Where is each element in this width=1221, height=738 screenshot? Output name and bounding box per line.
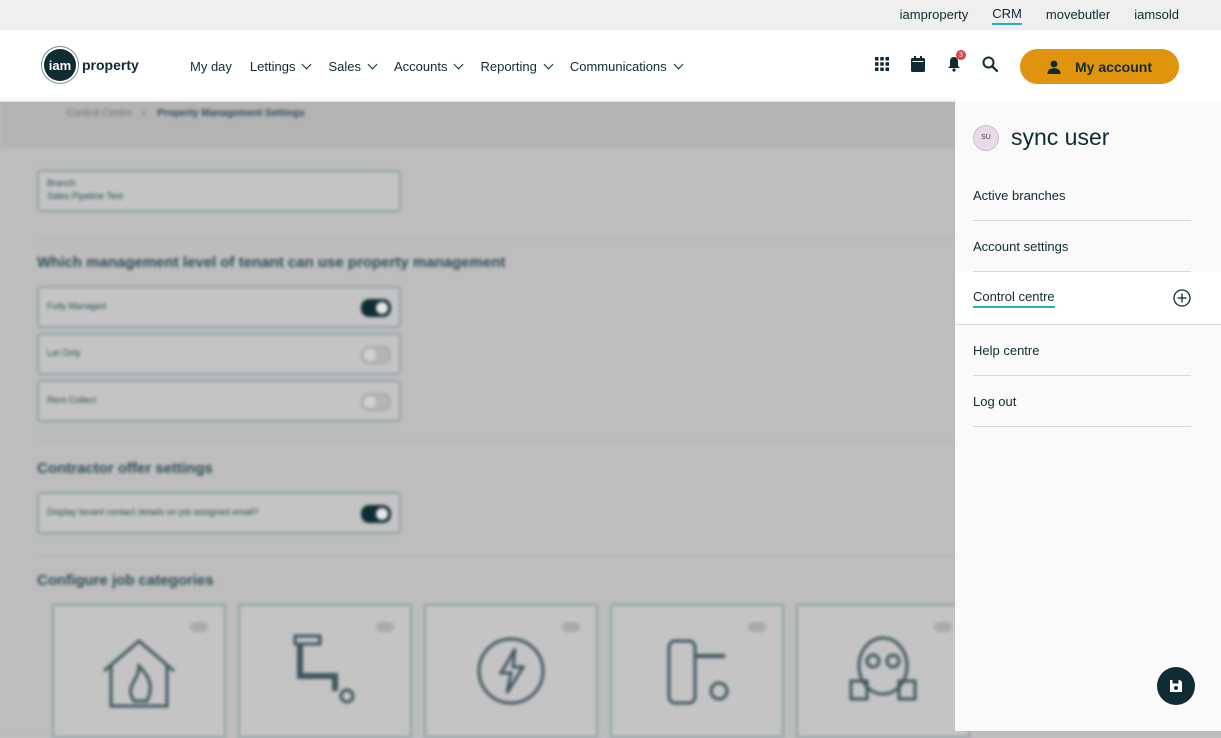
background-settings-page: Control Centre › Property Management Setti… <box>0 102 970 738</box>
chevron-down-icon <box>454 59 464 69</box>
job-category-card <box>52 604 226 738</box>
job-category-card <box>610 604 784 738</box>
notification-bell-icon[interactable]: 3 <box>940 50 968 78</box>
avatar: SU <box>973 124 999 151</box>
job-categories-title: Configure job categories <box>37 572 214 589</box>
nav-lettings[interactable]: Lettings <box>250 59 312 74</box>
top-brand-bar: iamproperty CRM movebutler iamsold <box>0 0 1221 30</box>
chevron-down-icon <box>543 59 554 69</box>
electric-icon <box>477 637 545 705</box>
menu-item-active-branches[interactable]: Active branches <box>973 170 1191 221</box>
breadcrumb-control-centre: Control Centre <box>67 108 133 119</box>
toggle-switch <box>361 505 391 523</box>
nav-my-day[interactable]: My day <box>190 59 232 74</box>
contractor-settings-title: Contractor offer settings <box>37 460 213 477</box>
nav-reporting[interactable]: Reporting <box>480 59 554 74</box>
menu-item-account-settings[interactable]: Account settings <box>973 221 1191 272</box>
calendar-icon[interactable] <box>904 50 932 78</box>
breadcrumb-current: Property Management Settings <box>157 108 305 119</box>
branch-select: Branch Sales Pipeline Test <box>37 170 401 212</box>
brand-link-iamproperty[interactable]: iamproperty <box>900 7 969 24</box>
brand-link-crm[interactable]: CRM <box>992 6 1022 25</box>
search-icon[interactable] <box>976 50 1004 78</box>
door-lock-icon <box>667 639 729 705</box>
brand-link-iamsold[interactable]: iamsold <box>1134 7 1179 24</box>
toggle-switch <box>361 346 391 364</box>
job-category-card <box>238 604 412 738</box>
main-header: iam property My day Lettings Sales Accou… <box>0 30 1221 102</box>
chevron-down-icon <box>673 59 684 69</box>
branch-label: Branch <box>47 178 76 188</box>
nav-accounts[interactable]: Accounts <box>394 59 464 74</box>
apps-grid-icon[interactable] <box>868 50 896 78</box>
menu-item-log-out[interactable]: Log out <box>973 376 1191 427</box>
main-nav: My day Lettings Sales Accounts Reporting… <box>190 30 700 102</box>
notification-badge: 3 <box>956 50 966 60</box>
fire-house-icon <box>103 639 175 708</box>
user-name: sync user <box>1011 124 1110 150</box>
my-account-label: My account <box>1074 58 1152 75</box>
logo-mark: iam <box>44 49 76 81</box>
menu-item-help-centre[interactable]: Help centre <box>973 325 1191 376</box>
chevron-down-icon <box>367 59 378 69</box>
toggle-switch <box>361 393 391 411</box>
header-icons: 3 <box>868 50 1012 78</box>
account-menu: Active branches Account settings Control… <box>955 170 1221 427</box>
plumbing-icon <box>293 634 355 704</box>
logo-text: property <box>82 57 139 73</box>
toggle-switch <box>361 299 391 317</box>
floppy-disk-icon <box>1170 680 1182 692</box>
plus-circle-icon[interactable] <box>1173 289 1191 307</box>
management-level-title: Which management level of tenant can use… <box>37 254 506 271</box>
menu-item-control-centre[interactable]: Control centre <box>955 272 1221 325</box>
my-account-button[interactable]: My account <box>1020 49 1179 84</box>
save-button[interactable] <box>1157 667 1195 705</box>
chevron-down-icon <box>302 59 312 69</box>
gas-mask-icon <box>849 636 917 701</box>
user-icon <box>1047 60 1061 74</box>
divider <box>37 555 955 556</box>
iamproperty-logo[interactable]: iam property <box>44 49 139 81</box>
job-category-card <box>796 604 970 738</box>
breadcrumb: Control Centre › Property Management Setti… <box>0 102 955 148</box>
brand-link-movebutler[interactable]: movebutler <box>1046 7 1110 24</box>
option-fully-managed: Fully Managed <box>37 286 401 328</box>
account-panel: SU sync user Active branches Account set… <box>955 102 1221 731</box>
divider <box>37 237 955 238</box>
branch-value: Sales Pipeline Test <box>47 191 123 201</box>
nav-communications[interactable]: Communications <box>570 59 684 74</box>
user-row: SU sync user <box>973 124 1109 151</box>
option-let-only: Let Only <box>37 333 401 375</box>
option-rent-collect: Rent Collect <box>37 380 401 422</box>
divider <box>37 442 955 443</box>
option-display-tenant-contact: Display tenant contact details on job as… <box>37 492 401 534</box>
job-category-card <box>424 604 598 738</box>
nav-sales[interactable]: Sales <box>328 59 378 74</box>
